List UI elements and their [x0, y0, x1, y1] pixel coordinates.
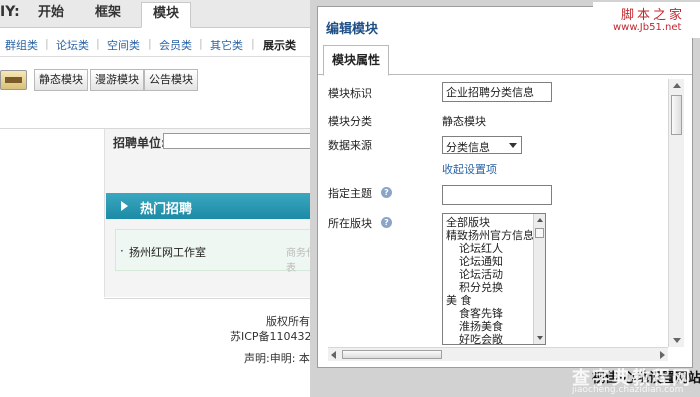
data-source-label: 数据来源 — [328, 139, 372, 152]
list-item[interactable]: 论坛活动 — [459, 269, 503, 281]
collapse-settings-link[interactable]: 收起设置项 — [442, 161, 497, 177]
sub-nav-divider: | — [96, 37, 100, 50]
module-category-value: 静态模块 — [442, 115, 486, 128]
watermark-logo-top: 脚本之家 www.Jb51.net — [593, 2, 700, 38]
arrow-up-icon[interactable] — [537, 218, 543, 222]
arrow-down-icon[interactable] — [673, 338, 681, 343]
arrow-left-icon[interactable] — [331, 351, 336, 359]
dialog-horizontal-scrollbar[interactable] — [328, 347, 668, 361]
data-source-select[interactable]: 分类信息 — [442, 136, 522, 154]
arrow-down-icon[interactable] — [537, 336, 543, 340]
watermark-title: 脚本之家 — [621, 8, 686, 23]
listbox-scroll-thumb[interactable] — [535, 228, 544, 238]
dialog-tab-bar: 模块属性 — [318, 45, 692, 76]
hot-recruit-title: 热门招聘 — [140, 202, 193, 217]
section-listbox[interactable]: 全部版块 精致扬州官方信息 论坛红人 论坛通知 论坛活动 积分兑换 美 食 食客… — [442, 213, 546, 345]
tab-start[interactable]: 开始 — [27, 2, 75, 28]
arrow-up-icon[interactable] — [673, 83, 681, 88]
list-item[interactable]: 全部版块 — [446, 217, 490, 229]
section-label: 所在版块 — [328, 217, 372, 230]
theme-input[interactable] — [442, 185, 552, 205]
static-module-button[interactable]: 静态模块 — [34, 69, 88, 91]
sub-nav-display[interactable]: 展示类 — [263, 37, 296, 53]
list-item[interactable]: 积分兑换 — [459, 282, 503, 294]
sub-nav-other[interactable]: 其它类 — [210, 37, 243, 53]
hot-recruit-header: 热门招聘 — [106, 193, 321, 219]
footer-copyright: 版权所有: — [266, 315, 314, 328]
dialog-vertical-scrollbar[interactable] — [668, 79, 684, 347]
dialog-title: 编辑模块 — [326, 22, 379, 37]
module-id-input[interactable] — [442, 82, 552, 102]
comic-module-button[interactable]: 漫游模块 — [90, 69, 144, 91]
hot-recruit-list: · 扬州红网工作室 商务代表 — [115, 229, 321, 274]
sub-nav-divider: | — [45, 37, 49, 50]
triangle-right-icon — [121, 201, 128, 211]
data-source-selected: 分类信息 — [446, 141, 490, 154]
module-type-icon[interactable] — [0, 70, 27, 90]
notice-module-button[interactable]: 公告模块 — [144, 69, 198, 91]
page-preview: 招聘单位: 热门招聘 · 扬州红网工作室 商务代表 — [104, 129, 323, 297]
theme-label: 指定主题 — [328, 187, 372, 200]
list-item[interactable]: 精致扬州官方信息 — [446, 230, 534, 242]
watermark-logo-bottom: 查字典教程网 jiaocheng.chazidian.com — [572, 362, 700, 397]
list-item[interactable]: 食客先锋 — [459, 308, 503, 320]
listbox-scrollbar[interactable] — [533, 214, 545, 344]
tab-frame[interactable]: 框架 — [84, 2, 132, 28]
sub-nav-forum[interactable]: 论坛类 — [56, 37, 89, 53]
vertical-scroll-thumb[interactable] — [671, 95, 682, 135]
nav-prefix: IY: — [0, 4, 20, 20]
bullet-icon: · — [120, 244, 124, 258]
list-item[interactable]: 论坛红人 — [459, 243, 503, 255]
module-id-label: 模块标识 — [328, 87, 372, 100]
list-item[interactable]: 美 食 — [446, 295, 472, 307]
arrow-right-icon[interactable] — [660, 351, 665, 359]
recruit-unit-field[interactable] — [163, 133, 323, 149]
tab-module-properties[interactable]: 模块属性 — [323, 45, 389, 76]
watermark-url: www.Jb51.net — [613, 22, 682, 33]
dialog-panel: 编辑模块 模块属性 模块标识 模块分类 静态模块 数据来源 分类信息 收起设置项… — [317, 6, 693, 368]
chevron-down-icon — [509, 143, 517, 148]
horizontal-scroll-thumb[interactable] — [342, 350, 442, 359]
sub-nav-divider: | — [148, 37, 152, 50]
help-icon[interactable]: ? — [381, 217, 392, 228]
sub-nav-space[interactable]: 空间类 — [107, 37, 140, 53]
module-category-label: 模块分类 — [328, 115, 372, 128]
list-item[interactable]: 论坛通知 — [459, 256, 503, 268]
module-toolbar: 静态模块 漫游模块 公告模块 — [0, 58, 320, 128]
sub-nav-divider: | — [199, 37, 203, 50]
list-item[interactable]: 淮扬美食 — [459, 321, 503, 333]
sub-nav-divider: | — [251, 37, 255, 50]
footer-divider — [104, 298, 320, 299]
edit-module-dialog: 编辑模块 模块属性 模块标识 模块分类 静态模块 数据来源 分类信息 收起设置项… — [310, 0, 700, 397]
recruit-unit-label: 招聘单位: — [113, 136, 166, 150]
sub-nav-member[interactable]: 会员类 — [159, 37, 192, 53]
sub-nav-group[interactable]: 群组类 — [5, 37, 38, 53]
tab-module[interactable]: 模块 — [141, 2, 192, 28]
help-icon[interactable]: ? — [381, 187, 392, 198]
watermark-url: jiaocheng.chazidian.com — [572, 385, 684, 395]
list-item[interactable]: 扬州红网工作室 — [129, 244, 206, 260]
list-item[interactable]: 好吃会敞 — [459, 334, 503, 345]
